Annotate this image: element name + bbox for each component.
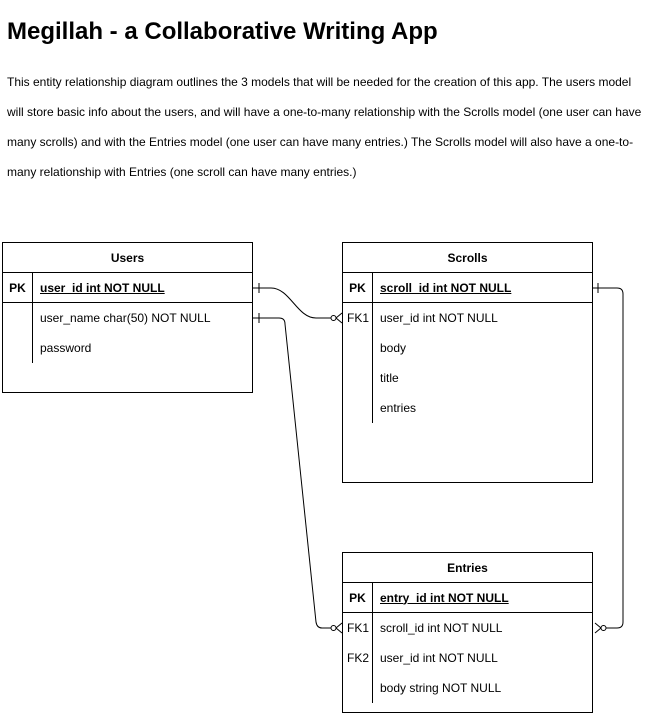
zero-marker	[330, 625, 337, 631]
entity-users-fields: user_name char(50) NOT NULL password	[3, 303, 252, 363]
key-divider	[32, 303, 33, 363]
fk-label: FK1	[346, 311, 369, 325]
key-label	[3, 303, 33, 333]
attribute-body: body string NOT NULL	[380, 681, 502, 695]
entity-users[interactable]: Users PK user_id int NOT NULL user_name …	[2, 242, 253, 393]
page-title: Megillah - a Collaborative Writing App	[7, 18, 438, 45]
entity-users-pk-row[interactable]: PK user_id int NOT NULL	[3, 273, 252, 303]
key-label	[3, 333, 33, 363]
attribute-user-name: user_name char(50) NOT NULL	[40, 311, 211, 325]
field-row[interactable]: body string NOT NULL	[343, 673, 592, 703]
attribute-title: title	[380, 371, 399, 385]
relationship-scrolls-entries[interactable]	[593, 283, 624, 634]
attribute-scroll-id: scroll_id int NOT NULL	[380, 280, 512, 295]
field-row[interactable]: FK1 user_id int NOT NULL	[343, 303, 592, 333]
crowfoot-marker	[594, 622, 602, 629]
fk-label: FK2	[346, 651, 369, 665]
intro-paragraph: This entity relationship diagram outline…	[7, 75, 642, 179]
entity-entries-pk-row[interactable]: PK entry_id int NOT NULL	[343, 583, 592, 613]
pk-label: PK	[343, 273, 373, 302]
attribute-user-id: user_id int NOT NULL	[40, 280, 165, 295]
field-row[interactable]: FK1 scroll_id int NOT NULL	[343, 613, 592, 643]
attribute-entry-id: entry_id int NOT NULL	[380, 590, 509, 605]
pk-label: PK	[343, 583, 373, 612]
key-label	[343, 333, 373, 363]
key-divider	[372, 303, 373, 423]
field-row[interactable]: title	[343, 363, 592, 393]
attribute-password: password	[40, 341, 92, 355]
zero-marker	[330, 315, 337, 321]
entity-entries[interactable]: Entries PK entry_id int NOT NULL FK1 scr…	[342, 552, 593, 713]
attribute-user-id: user_id int NOT NULL	[380, 651, 498, 665]
field-row[interactable]: body	[343, 333, 592, 363]
entity-scrolls-title: Scrolls	[343, 243, 592, 273]
crowfoot-marker	[594, 627, 602, 634]
field-row[interactable]: entries	[343, 393, 592, 423]
pk-label: PK	[3, 273, 33, 302]
relationship-users-entries[interactable]	[253, 313, 343, 634]
entity-scrolls-pk-row[interactable]: PK scroll_id int NOT NULL	[343, 273, 592, 303]
attribute-body: body	[380, 341, 407, 355]
entity-entries-fields: FK1 scroll_id int NOT NULL FK2 user_id i…	[343, 613, 592, 703]
fk-label: FK1	[346, 621, 369, 635]
field-row[interactable]: password	[3, 333, 252, 363]
attribute-scroll-id: scroll_id int NOT NULL	[380, 621, 503, 635]
key-label	[343, 393, 373, 423]
attribute-entries: entries	[380, 401, 417, 415]
entity-scrolls[interactable]: Scrolls PK scroll_id int NOT NULL FK1 us…	[342, 242, 593, 483]
attribute-user-id: user_id int NOT NULL	[380, 311, 498, 325]
zero-marker	[600, 625, 607, 631]
entity-scrolls-fields: FK1 user_id int NOT NULL body title entr…	[343, 303, 592, 423]
key-label	[343, 363, 373, 393]
relationship-users-scrolls[interactable]	[253, 283, 343, 324]
key-divider	[372, 613, 373, 703]
field-row[interactable]: user_name char(50) NOT NULL	[3, 303, 252, 333]
entity-users-title: Users	[3, 243, 252, 273]
key-label	[343, 673, 373, 703]
field-row[interactable]: FK2 user_id int NOT NULL	[343, 643, 592, 673]
entity-entries-title: Entries	[343, 553, 592, 583]
